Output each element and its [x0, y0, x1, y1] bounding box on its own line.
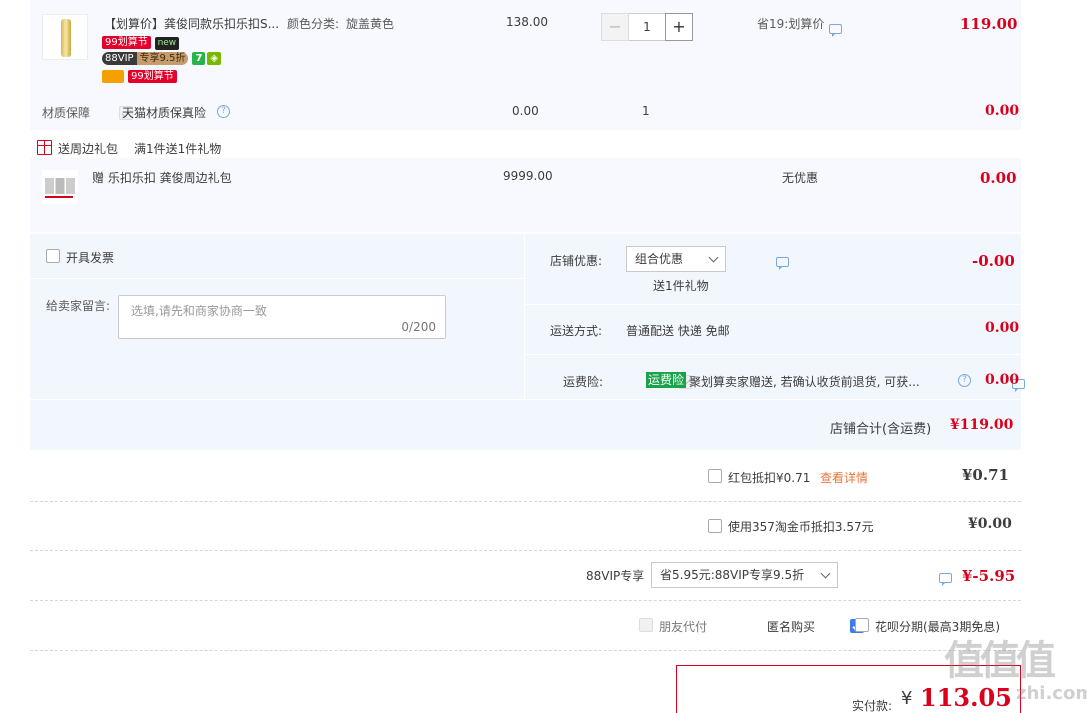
vip88-select[interactable]: 省5.95元:88VIP专享9.5折	[651, 562, 838, 588]
gift-name[interactable]: 赠 乐扣乐扣 龚俊周边礼包	[92, 169, 232, 186]
insurance-total: 0.00	[985, 103, 1020, 119]
gift-icon	[37, 140, 52, 155]
freight-ins-desc: 聚划算卖家赠送, 若确认收货前退货, 可获...	[689, 375, 920, 389]
row-divider	[30, 501, 1021, 502]
gift-price: 9999.00	[503, 169, 553, 183]
shop-discount-select[interactable]: 组合优惠	[626, 246, 726, 272]
help-icon[interactable]: ?	[217, 105, 230, 118]
redpacket-checkbox[interactable]	[708, 469, 722, 483]
pay-currency: ¥	[901, 688, 913, 709]
badge-row-3: 99划算节	[102, 70, 177, 83]
gift-total: 0.00	[980, 169, 1017, 187]
shop-discount-sub: 送1件礼物	[653, 279, 709, 293]
pay-label: 实付款:	[852, 699, 893, 713]
anonymous-label[interactable]: 匿名购买	[767, 618, 815, 635]
gift-promo: 无优惠	[782, 171, 819, 185]
insurance-name: 天猫材质保真险	[122, 106, 207, 120]
right-divider-3	[30, 399, 1021, 400]
badge-99-festival: 99划算节	[102, 36, 151, 49]
taojin-label[interactable]: 使用357淘金币抵扣3.57元	[728, 518, 874, 535]
sku-value: 旋盖黄色	[346, 17, 395, 31]
message-label: 给卖家留言:	[46, 299, 111, 313]
quantity-input[interactable]: 1	[629, 13, 665, 41]
invoice-checkbox[interactable]	[46, 249, 60, 263]
badge-new: new	[154, 37, 180, 50]
shop-discount-select-value: 组合优惠	[635, 252, 684, 266]
right-divider-2	[524, 354, 1021, 355]
sku-label: 颜色分类:	[287, 17, 340, 31]
row-divider	[30, 600, 1021, 601]
friend-pay-label: 朋友代付	[659, 620, 708, 634]
vip88-info-icon[interactable]	[939, 572, 953, 586]
gift-header-rule: 满1件送1件礼物	[134, 142, 222, 156]
promo-info-icon[interactable]	[829, 23, 842, 37]
shop-discount-info-icon[interactable]	[775, 256, 789, 270]
friend-pay-checkbox[interactable]	[639, 618, 653, 632]
insurance-price: 0.00	[512, 104, 539, 118]
vip88-select-value: 省5.95元:88VIP专享9.5折	[660, 568, 805, 582]
badge-row-1: 99划算节 new	[102, 34, 180, 50]
insurance-label: 材质保障	[42, 106, 91, 120]
chevron-down-icon	[820, 568, 831, 579]
message-counter: 0/200	[401, 320, 436, 334]
decrease-button[interactable]: −	[601, 13, 629, 41]
row-divider	[30, 650, 1021, 651]
pay-amount: 113.05	[920, 683, 1012, 712]
col-divider	[524, 234, 525, 399]
watermark-logo: 值值值	[944, 638, 1056, 684]
taojin-value: ¥0.00	[968, 516, 1012, 532]
invoice-label[interactable]: 开具发票	[66, 249, 114, 266]
shop-total-value: ¥119.00	[950, 417, 1014, 433]
chevron-down-icon	[708, 252, 719, 263]
item-promo: 省19:划算价	[757, 17, 825, 31]
badge-row-2: 88VIP 专享9.5折 7 ◈	[102, 52, 222, 66]
shop-total-label: 店铺合计(含运费)	[830, 422, 932, 437]
message-textarea[interactable]: 选填,请先和商家协商一致 0/200	[118, 295, 446, 339]
shop-discount-value: -0.00	[972, 252, 1015, 270]
increase-button[interactable]: +	[665, 13, 693, 41]
vip88-value: ¥-5.95	[962, 567, 1016, 585]
quantity-stepper[interactable]: − 1 +	[601, 13, 693, 41]
card-icon	[102, 70, 124, 83]
redpacket-detail-link[interactable]: 查看详情	[820, 469, 868, 486]
shop-discount-label: 店铺优惠:	[550, 254, 603, 268]
taojin-checkbox[interactable]	[708, 519, 722, 533]
item-unit-price: 138.00	[506, 15, 548, 29]
vip88-label: 88VIP专享	[586, 569, 645, 583]
message-placeholder: 选填,请先和商家协商一致	[131, 304, 267, 318]
huabei-checkbox[interactable]	[855, 618, 869, 632]
freight-ins-help-icon[interactable]: ?	[958, 374, 971, 387]
badge-7day: 7	[192, 52, 206, 65]
right-divider-1	[524, 304, 1021, 305]
shipping-value: 普通配送 快递 免邮	[626, 324, 730, 338]
freight-ins-tag: 运费险	[646, 372, 687, 388]
checkout-page: 【划算价】龚俊同款乐扣乐扣S... 颜色分类: 旋盖黄色 99划算节 new 8…	[0, 0, 1087, 713]
insurance-qty: 1	[642, 104, 650, 118]
gift-image[interactable]	[42, 170, 78, 204]
shipping-price: 0.00	[985, 320, 1020, 336]
shield-icon: ◈	[207, 52, 222, 65]
left-divider	[30, 278, 524, 279]
gift-header-label: 送周边礼包	[58, 142, 119, 156]
redpacket-label[interactable]: 红包抵扣¥0.71	[728, 469, 810, 486]
freight-ins-label: 运费险:	[563, 375, 604, 389]
item-total: 119.00	[960, 15, 1018, 33]
watermark-url: zhi.com	[1016, 683, 1087, 704]
freight-ins-price: 0.00	[985, 372, 1020, 388]
product-image[interactable]	[42, 14, 88, 60]
badge-88vip-discount: 专享9.5折	[136, 52, 189, 65]
badge-88vip: 88VIP	[102, 52, 137, 65]
badge-99-festival-2: 99划算节	[128, 70, 177, 83]
redpacket-value: ¥0.71	[962, 466, 1009, 484]
product-title[interactable]: 【划算价】龚俊同款乐扣乐扣S...	[104, 15, 279, 32]
row-divider	[30, 550, 1021, 551]
shipping-label: 运送方式:	[550, 324, 603, 338]
